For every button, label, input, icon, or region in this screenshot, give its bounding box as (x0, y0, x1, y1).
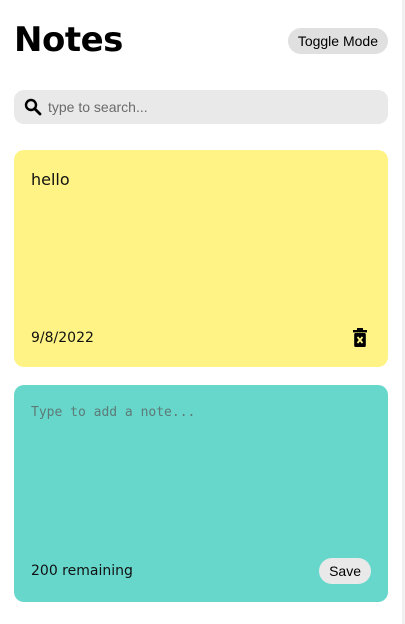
new-note-card: 200 remaining Save (14, 385, 388, 602)
new-note-footer: 200 remaining Save (31, 557, 371, 585)
notes-app: Notes Toggle Mode hello 9/8/2022 (0, 0, 405, 624)
new-note-textarea[interactable] (31, 405, 371, 545)
search-bar[interactable] (14, 90, 388, 124)
note-text: hello (31, 170, 70, 189)
search-icon (24, 98, 42, 116)
trash-icon[interactable] (352, 328, 368, 348)
search-input[interactable] (46, 98, 370, 116)
header: Notes Toggle Mode (14, 18, 388, 64)
save-button[interactable]: Save (319, 558, 371, 584)
characters-remaining: 200 remaining (31, 563, 133, 579)
note-date: 9/8/2022 (31, 330, 94, 346)
note-card: hello 9/8/2022 (14, 150, 388, 367)
note-footer: 9/8/2022 (31, 327, 368, 349)
page-title: Notes (14, 20, 123, 60)
toggle-mode-button[interactable]: Toggle Mode (287, 28, 388, 54)
